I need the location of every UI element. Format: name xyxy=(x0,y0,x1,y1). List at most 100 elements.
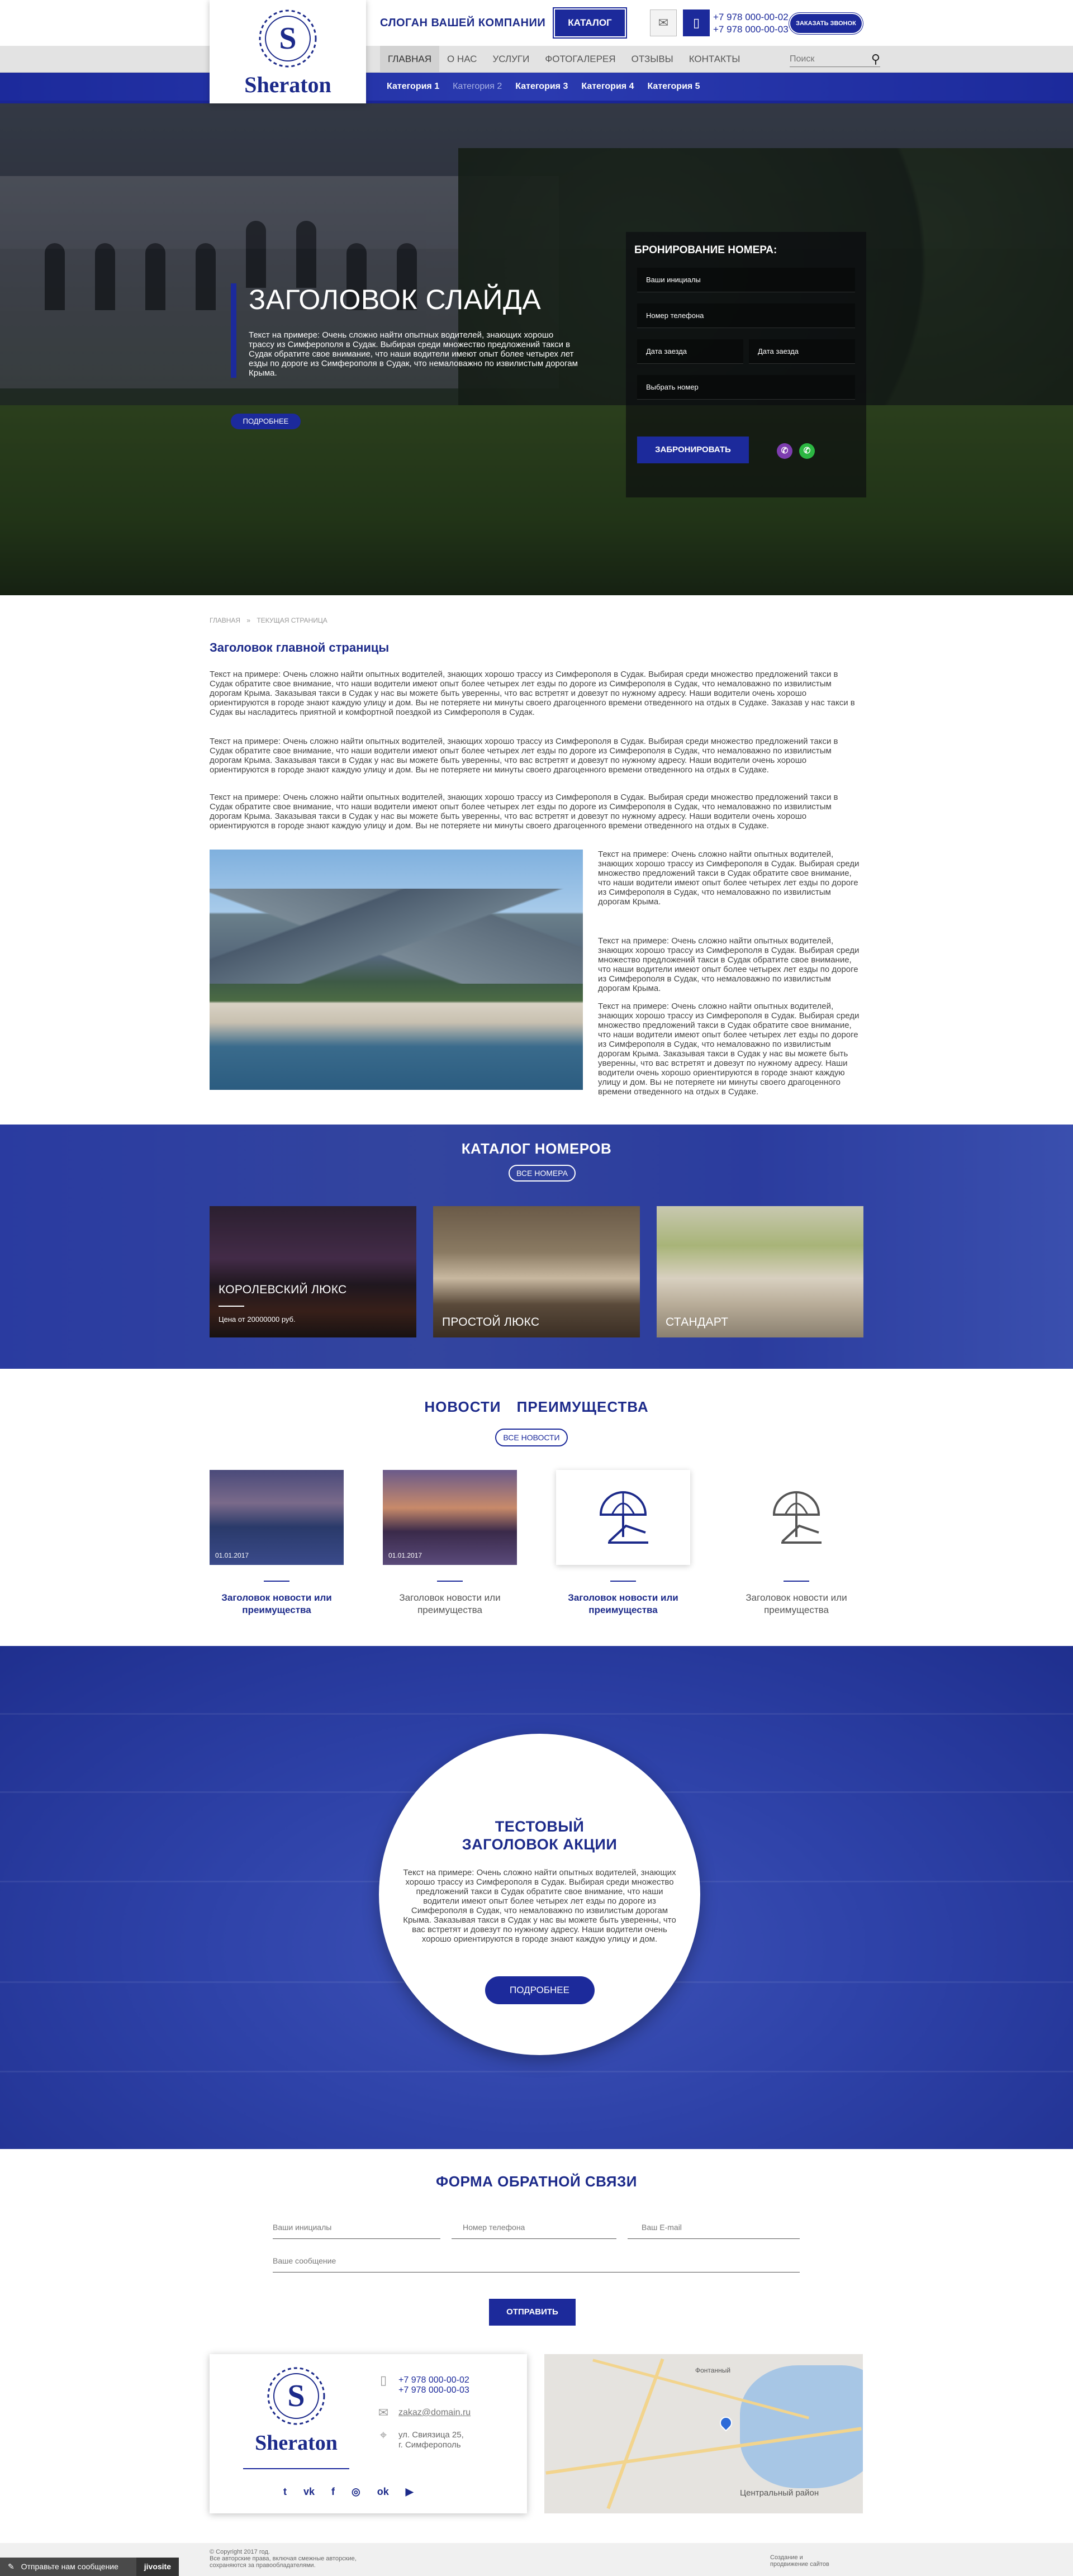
breadcrumb-separator: » xyxy=(246,616,251,624)
footer-divider xyxy=(243,2468,349,2469)
all-rooms-button[interactable]: ВСЕ НОМЕРА xyxy=(509,1165,576,1182)
chat-brand: jivosite xyxy=(136,2558,179,2576)
advantage-title[interactable]: Заголовок новости или преимущества xyxy=(556,1592,690,1616)
search-input[interactable] xyxy=(790,54,862,64)
vk-icon[interactable]: vk xyxy=(303,2486,315,2498)
breadcrumb-home[interactable]: ГЛАВНАЯ xyxy=(210,616,240,624)
nav-item-home[interactable]: ГЛАВНАЯ xyxy=(380,46,439,73)
booking-room-select[interactable]: Выбрать номер xyxy=(637,375,855,400)
facebook-icon[interactable]: f xyxy=(331,2486,335,2498)
breadcrumb: ГЛАВНАЯ » ТЕКУЩАЯ СТРАНИЦА xyxy=(210,616,327,624)
contact-phone-2[interactable]: +7 978 000-00-03 xyxy=(398,2385,469,2395)
phone-1[interactable]: +7 978 000-00-02 xyxy=(713,11,789,23)
contact-email[interactable]: zakaz@domain.ru xyxy=(398,2408,471,2418)
category-item-4[interactable]: Категория 4 xyxy=(575,73,640,101)
booking-title: БРОНИРОВАНИЕ НОМЕРА: xyxy=(634,244,777,256)
social-links: t vk f ◎ ok ▶ xyxy=(283,2486,414,2498)
svg-text:S: S xyxy=(287,2379,305,2413)
category-item-5[interactable]: Категория 5 xyxy=(640,73,706,101)
envelope-icon: ✉ xyxy=(378,2406,389,2420)
contacts-card: S Sheraton ▯ +7 978 000-00-02 +7 978 000… xyxy=(210,2354,527,2513)
category-item-3[interactable]: Категория 3 xyxy=(509,73,575,101)
nav-item-contacts[interactable]: КОНТАКТЫ xyxy=(681,46,748,73)
main-nav: ГЛАВНАЯ О НАС УСЛУГИ ФОТОГАЛЕРЕЯ ОТЗЫВЫ … xyxy=(380,46,748,73)
news-photo: 01.01.2017 xyxy=(383,1470,517,1565)
odnoklassniki-icon[interactable]: ok xyxy=(377,2486,389,2498)
instagram-icon[interactable]: ◎ xyxy=(352,2486,360,2498)
all-news-button[interactable]: ВСЕ НОВОСТИ xyxy=(495,1429,568,1446)
mountain-shape xyxy=(210,889,583,984)
paragraph-1: Текст на примере: Очень сложно найти опы… xyxy=(210,670,855,717)
feedback-initials-input[interactable]: Ваши инициалы xyxy=(273,2219,440,2239)
developer-line: продвижение сайтов xyxy=(770,2561,829,2568)
mobile-icon: ▯ xyxy=(379,2373,387,2387)
advantage-title[interactable]: Заголовок новости или преимущества xyxy=(729,1592,863,1616)
search-icon[interactable]: ⚲ xyxy=(871,52,880,67)
news-divider xyxy=(610,1581,636,1582)
booking-checkout-field[interactable]: Дата заезда xyxy=(749,339,855,364)
nav-item-about[interactable]: О НАС xyxy=(439,46,485,73)
logo[interactable]: S Sheraton xyxy=(210,0,366,103)
category-nav: Категория 1 Категория 2 Категория 3 Кате… xyxy=(380,73,707,101)
tab-news[interactable]: НОВОСТИ xyxy=(424,1398,501,1415)
advantage-item[interactable]: Заголовок новости или преимущества xyxy=(729,1470,863,1616)
brand-name: Sheraton xyxy=(244,72,331,97)
viber-icon[interactable]: ✆ xyxy=(777,443,792,459)
phone-2[interactable]: +7 978 000-00-03 xyxy=(713,23,789,36)
room-card-simple-lux[interactable]: ПРОСТОЙ ЛЮКС xyxy=(433,1206,640,1337)
feedback-message-input[interactable]: Ваше сообщение xyxy=(273,2252,800,2273)
copyright-line: Все авторские права, включая смежные авт… xyxy=(210,2555,357,2562)
advantage-item[interactable]: Заголовок новости или преимущества xyxy=(556,1470,690,1616)
map-label-district: Центральный район xyxy=(740,2488,819,2498)
booking-phone-field[interactable]: Номер телефона xyxy=(637,303,855,328)
booking-initials-field[interactable]: Ваши инициалы xyxy=(637,268,855,292)
map-pin-icon[interactable] xyxy=(717,2414,735,2432)
whatsapp-icon[interactable]: ✆ xyxy=(799,443,815,459)
news-divider xyxy=(784,1581,809,1582)
mobile-phone-icon[interactable]: ▯ xyxy=(683,10,710,36)
promo-more-button[interactable]: ПОДРОБНЕЕ xyxy=(485,1976,595,2004)
slide-more-button[interactable]: ПОДРОБНЕЕ xyxy=(231,414,301,429)
sheraton-emblem-icon: S xyxy=(267,2367,325,2425)
feedback-email-input[interactable]: Ваш E-mail xyxy=(628,2219,800,2239)
news-title[interactable]: Заголовок новости или преимущества xyxy=(210,1592,344,1616)
paragraph-3: Текст на примере: Очень сложно найти опы… xyxy=(210,793,838,831)
category-item-2[interactable]: Категория 2 xyxy=(446,73,509,101)
category-item-1[interactable]: Категория 1 xyxy=(380,73,446,101)
room-card-standard[interactable]: СТАНДАРТ xyxy=(657,1206,863,1337)
book-button[interactable]: ЗАБРОНИРОВАТЬ xyxy=(637,437,749,463)
location-map[interactable]: Центральный район Фонтанный xyxy=(544,2354,863,2513)
page-title: Заголовок главной страницы xyxy=(210,641,390,654)
breadcrumb-current: ТЕКУЩАЯ СТРАНИЦА xyxy=(257,616,327,624)
chat-widget[interactable]: ✎ Отправьте нам сообщение jivosite xyxy=(0,2558,179,2576)
feedback-phone-input[interactable]: Номер телефона xyxy=(452,2219,616,2239)
nav-item-services[interactable]: УСЛУГИ xyxy=(485,46,537,73)
svg-text:S: S xyxy=(279,21,296,56)
company-slogan: СЛОГАН ВАШЕЙ КОМПАНИИ xyxy=(380,17,546,29)
yalta-photo xyxy=(210,850,583,1090)
send-button[interactable]: ОТПРАВИТЬ xyxy=(489,2299,576,2326)
footer-logo[interactable]: S Sheraton xyxy=(243,2365,349,2455)
nav-item-gallery[interactable]: ФОТОГАЛЕРЕЯ xyxy=(537,46,623,73)
room-card-royal[interactable]: КОРОЛЕВСКИЙ ЛЮКС Цена от 20000000 руб. xyxy=(210,1206,416,1337)
youtube-icon[interactable]: ▶ xyxy=(406,2486,414,2498)
contact-phone-1[interactable]: +7 978 000-00-02 xyxy=(398,2375,469,2385)
booking-checkin-field[interactable]: Дата заезда xyxy=(637,339,743,364)
order-call-button[interactable]: ЗАКАЗАТЬ ЗВОНОК xyxy=(790,14,862,33)
nav-item-reviews[interactable]: ОТЗЫВЫ xyxy=(624,46,681,73)
twitter-icon[interactable]: t xyxy=(283,2486,287,2498)
mail-icon[interactable]: ✉ xyxy=(650,10,677,36)
news-divider xyxy=(264,1581,289,1582)
news-item[interactable]: 01.01.2017 Заголовок новости или преимущ… xyxy=(383,1470,517,1616)
footer-brand-name: Sheraton xyxy=(255,2431,338,2455)
copyright-line: © Copyright 2017 год. xyxy=(210,2549,270,2555)
paragraph-2: Текст на примере: Очень сложно найти опы… xyxy=(210,737,838,775)
promo-circle: ТЕСТОВЫЙ ЗАГОЛОВОК АКЦИИ Текст на пример… xyxy=(379,1734,700,2055)
tab-advantages[interactable]: ПРЕИМУЩЕСТВА xyxy=(517,1398,649,1415)
news-item[interactable]: 01.01.2017 Заголовок новости или преимущ… xyxy=(210,1470,344,1616)
catalog-button[interactable]: КАТАЛОГ xyxy=(555,10,625,36)
beach-umbrella-icon xyxy=(556,1470,690,1565)
map-label-area: Фонтанный xyxy=(695,2366,731,2374)
news-title[interactable]: Заголовок новости или преимущества xyxy=(383,1592,517,1616)
developer-credit[interactable]: Создание и продвижение сайтов xyxy=(770,2554,829,2568)
